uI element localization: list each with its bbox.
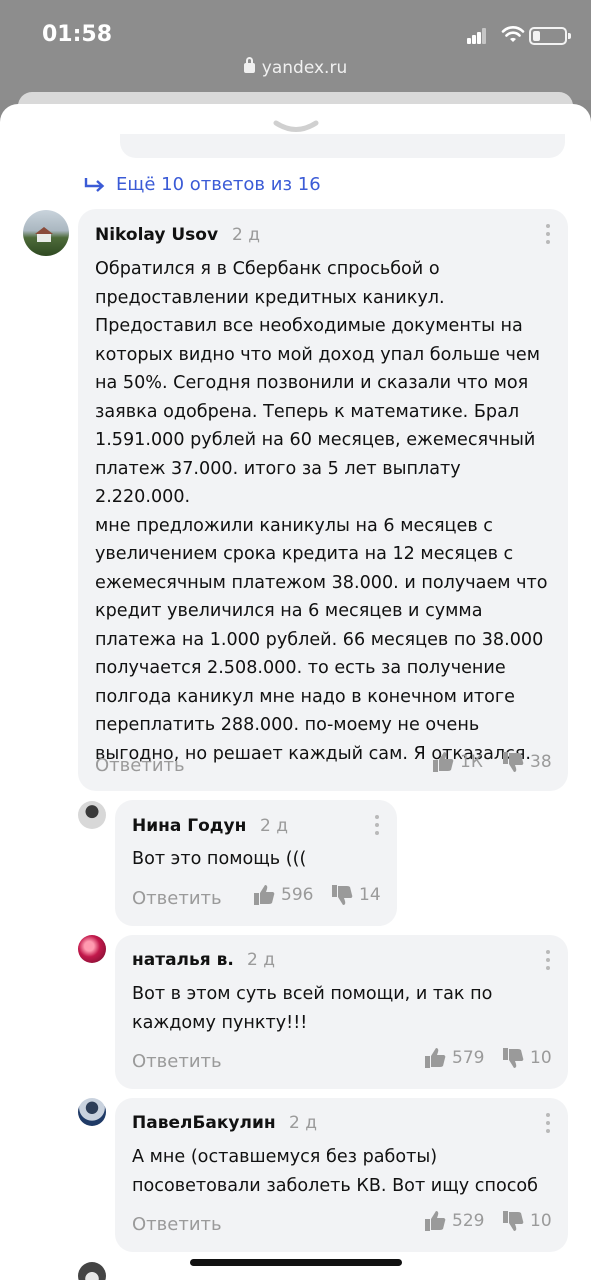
comment-date: 2 д [289,1113,317,1133]
battery-icon [529,27,571,45]
comment-author[interactable]: наталья в. [132,950,234,970]
comment-date: 2 д [260,816,288,836]
status-time: 01:58 [42,22,113,47]
dislike-button[interactable]: 10 [502,1047,552,1069]
home-indicator[interactable] [190,1259,402,1266]
thumbs-up-icon [425,1211,446,1231]
avatar[interactable] [78,1262,106,1280]
comments-sheet: Ещё 10 ответов из 16 Nikolay Usov 2 д Об… [0,104,591,1280]
like-count: 529 [452,1211,485,1231]
comment-text: Вот в этом суть всей помощи, и так по ка… [132,984,493,1033]
dislike-count: 10 [530,1048,552,1068]
more-options-icon[interactable] [546,950,550,970]
comment-date: 2 д [232,225,260,245]
comment-author[interactable]: Nikolay Usov [95,225,218,245]
more-replies-label: Ещё 10 ответов из 16 [116,174,321,195]
dislike-button[interactable]: 14 [331,884,381,906]
like-count: 1К [460,752,483,772]
wifi-icon [501,26,525,42]
reply-button[interactable]: Ответить [132,1214,222,1235]
thumbs-down-icon [503,1048,524,1068]
avatar[interactable] [78,801,106,829]
like-button[interactable]: 579 [424,1047,484,1069]
comment-text: Вот это помощь ((( [132,849,307,869]
lock-icon [243,57,255,73]
address-bar[interactable]: yandex.ru [0,57,591,78]
reply-button[interactable]: Ответить [132,888,222,909]
reply-arrow-icon [84,177,105,192]
more-options-icon[interactable] [375,815,379,835]
more-options-icon[interactable] [546,1113,550,1133]
thumbs-up-icon [433,752,454,772]
cellular-signal-icon [467,28,487,44]
avatar[interactable] [78,935,106,963]
comment-author[interactable]: Нина Годун [132,816,246,836]
thumbs-up-icon [254,885,275,905]
address-text: yandex.ru [261,58,348,78]
dislike-button[interactable]: 10 [502,1210,552,1232]
more-replies-link[interactable]: Ещё 10 ответов из 16 [84,174,321,195]
like-button[interactable]: 1К [432,751,483,773]
reply-button[interactable]: Ответить [95,755,185,776]
like-count: 579 [452,1048,485,1068]
dislike-button[interactable]: 38 [502,751,552,773]
thumbs-down-icon [503,752,524,772]
comment-text: Обратился я в Сбербанк спросьбой о предо… [95,259,548,764]
comment-author[interactable]: ПавелБакулин [132,1113,276,1133]
avatar[interactable] [78,1098,106,1126]
more-options-icon[interactable] [546,224,550,244]
comment-text: А мне (оставшемуся без работы) посоветов… [132,1147,539,1196]
dislike-count: 14 [359,885,381,905]
collapse-chevron-icon[interactable] [273,120,319,134]
like-button[interactable]: 596 [253,884,313,906]
thumbs-down-icon [503,1211,524,1231]
thumbs-down-icon [332,885,353,905]
like-count: 596 [281,885,314,905]
dislike-count: 38 [530,752,552,772]
dislike-count: 10 [530,1211,552,1231]
previous-comment-bubble [120,134,565,158]
comment-date: 2 д [247,950,275,970]
avatar[interactable] [23,210,69,256]
thumbs-up-icon [425,1048,446,1068]
status-bar: 01:58 yandex.ru [0,0,591,100]
like-button[interactable]: 529 [424,1210,484,1232]
reply-button[interactable]: Ответить [132,1051,222,1072]
